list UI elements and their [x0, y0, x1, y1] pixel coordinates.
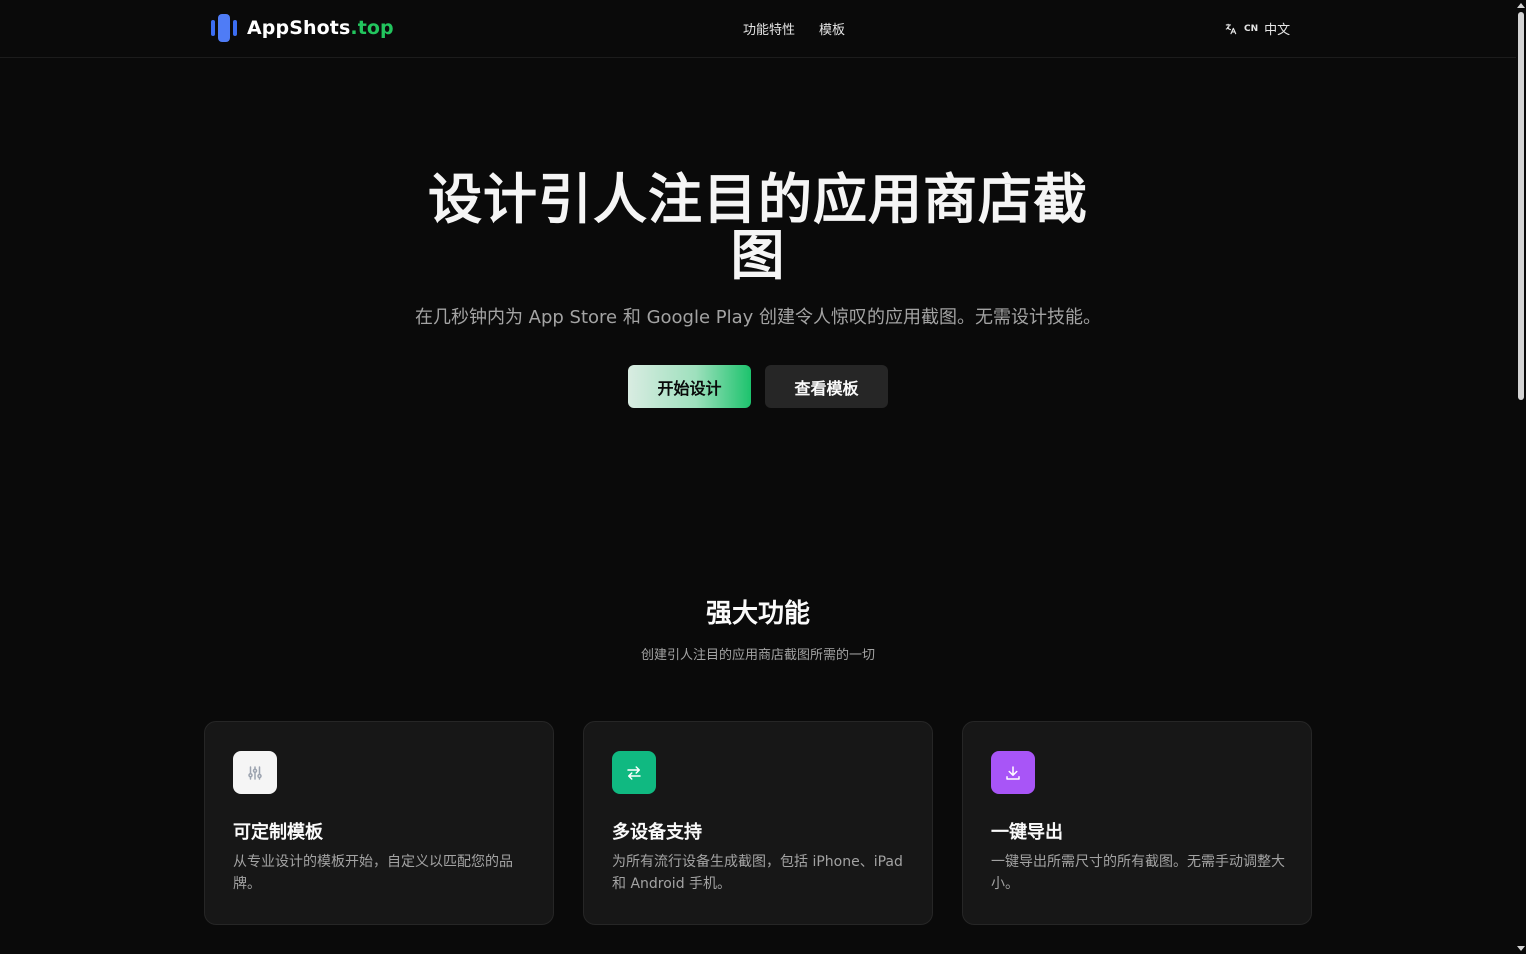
feature-description: 从专业设计的模板开始，自定义以匹配您的品牌。: [233, 854, 513, 892]
translate-icon: [1225, 23, 1237, 34]
logo-name: AppShots: [247, 17, 351, 39]
feature-description: 一键导出所需尺寸的所有截图。无需手动调整大小。: [991, 854, 1285, 892]
logo-tld: .top: [350, 17, 394, 39]
hero-subtitle: 在几秒钟内为 App Store 和 Google Play 创建令人惊叹的应用…: [414, 307, 1102, 328]
sliders-icon: [233, 751, 277, 794]
logo-text: AppShots.top: [247, 17, 394, 39]
language-label: 中文: [1264, 23, 1291, 38]
site-header: AppShots.top 功能特性 模板 CN 中文: [0, 0, 1516, 58]
download-icon: [991, 751, 1035, 794]
start-design-button[interactable]: 开始设计: [628, 365, 751, 408]
scroll-down-arrow-icon[interactable]: [1517, 946, 1525, 951]
landing-page: AppShots.top 功能特性 模板 CN 中文 设计引人注目的应用商店截图…: [0, 0, 1526, 954]
nav-features-link[interactable]: 功能特性: [743, 19, 795, 38]
feature-description: 为所有流行设备生成截图，包括 iPhone、iPad 和 Android 手机。: [612, 854, 903, 892]
swap-arrows-icon: [612, 751, 656, 794]
scroll-thumb[interactable]: [1518, 12, 1524, 400]
features-subtitle: 创建引人注目的应用商店截图所需的一切: [640, 648, 875, 663]
features-title: 强大功能: [705, 599, 810, 629]
page-scrollbar[interactable]: [1516, 0, 1526, 954]
view-templates-button[interactable]: 查看模板: [765, 365, 888, 408]
feature-card-templates: 可定制模板 从专业设计的模板开始，自定义以匹配您的品牌。: [204, 721, 554, 925]
logo[interactable]: AppShots.top: [211, 13, 394, 43]
feature-title: 多设备支持: [612, 822, 702, 843]
feature-card-export: 一键导出 一键导出所需尺寸的所有截图。无需手动调整大小。: [962, 721, 1312, 925]
hero-title: 设计引人注目的应用商店截图: [428, 168, 1088, 287]
feature-card-devices: 多设备支持 为所有流行设备生成截图，包括 iPhone、iPad 和 Andro…: [583, 721, 933, 925]
nav-templates-link[interactable]: 模板: [819, 19, 845, 38]
logo-icon: [211, 13, 241, 43]
language-switcher[interactable]: CN 中文: [1224, 19, 1290, 38]
language-code: CN: [1244, 23, 1259, 34]
feature-title: 可定制模板: [233, 822, 323, 843]
main-nav: 功能特性 模板: [743, 19, 845, 38]
feature-title: 一键导出: [991, 822, 1063, 843]
scroll-up-arrow-icon[interactable]: [1517, 3, 1525, 8]
